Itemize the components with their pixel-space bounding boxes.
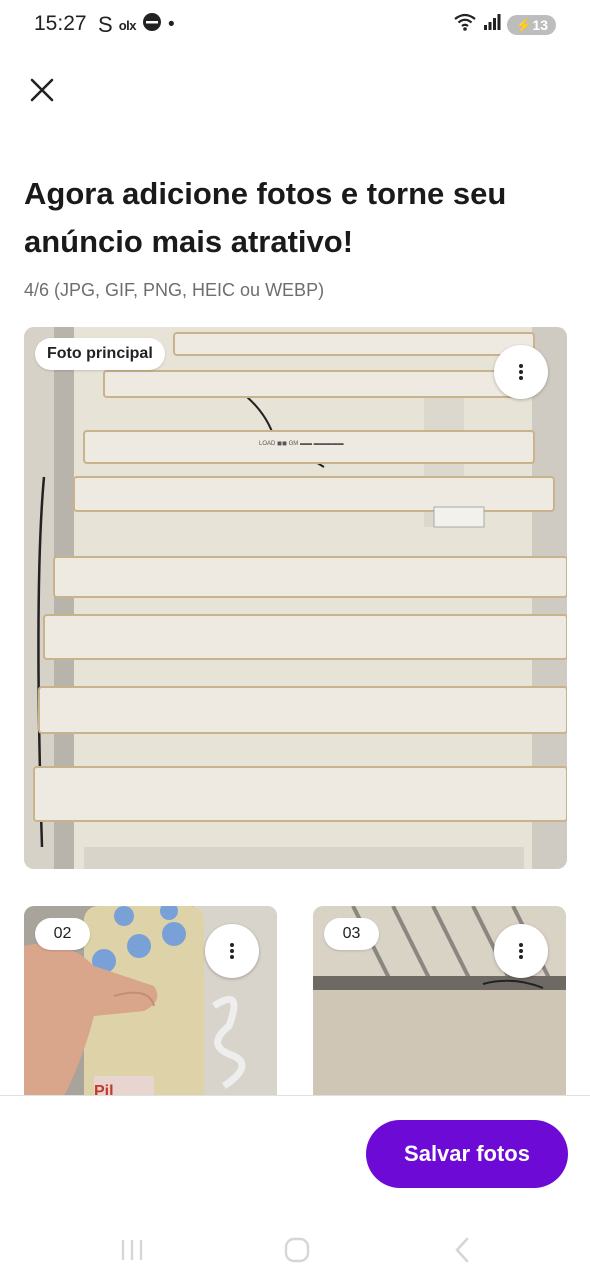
back-icon — [455, 1237, 469, 1263]
system-nav-bar — [0, 1220, 590, 1280]
recent-apps-icon — [121, 1240, 143, 1260]
photo-thumb-02-menu-button[interactable] — [205, 924, 259, 978]
main-photo[interactable]: LOAD ◼◼ GM ▬▬ ▬▬▬▬▬ Foto principal — [24, 327, 567, 869]
main-photo-menu-button[interactable] — [494, 345, 548, 399]
status-time: 15:27 — [34, 12, 87, 35]
e-app-icon — [142, 12, 162, 38]
bed-slats-photo: LOAD ◼◼ GM ▬▬ ▬▬▬▬▬ — [24, 327, 567, 869]
more-vertical-icon — [519, 943, 523, 959]
save-photos-button[interactable]: Salvar fotos — [366, 1120, 568, 1188]
olx-app-icon: olx — [118, 17, 137, 33]
s-app-icon: S — [98, 12, 113, 37]
back-button[interactable] — [442, 1232, 482, 1268]
signal-icon — [483, 13, 501, 36]
more-vertical-icon — [519, 364, 523, 380]
recent-apps-button[interactable] — [112, 1232, 152, 1268]
system-icons: ⚡13 — [453, 12, 556, 37]
status-bar: 15:27 S olx • ⚡13 — [0, 0, 590, 50]
photo-thumb-02-label: 02 — [35, 918, 90, 950]
wifi-icon — [453, 12, 477, 37]
photo-count-hint: 4/6 (JPG, GIF, PNG, HEIC ou WEBP) — [24, 280, 325, 300]
battery-level: 13 — [532, 16, 548, 33]
close-button[interactable] — [22, 70, 62, 110]
photo-thumb-03-label: 03 — [324, 918, 379, 950]
home-button[interactable] — [277, 1232, 317, 1268]
main-photo-badge: Foto principal — [35, 338, 165, 370]
page-title: Agora adicione fotos e torne seu anúncio… — [24, 176, 507, 259]
home-icon — [284, 1237, 310, 1263]
notification-icons: S olx • — [98, 12, 175, 38]
photo-thumb-03[interactable]: 03 — [313, 906, 566, 1126]
dot-icon: • — [167, 14, 175, 35]
photo-thumb-02[interactable]: Pil 02 — [24, 906, 277, 1126]
photo-thumb-03-menu-button[interactable] — [494, 924, 548, 978]
more-vertical-icon — [230, 943, 234, 959]
battery-icon: ⚡13 — [506, 14, 556, 35]
close-icon — [30, 78, 54, 102]
svg-text:LOAD ◼◼ GM ▬▬ ▬▬▬▬▬: LOAD ◼◼ GM ▬▬ ▬▬▬▬▬ — [259, 441, 344, 447]
